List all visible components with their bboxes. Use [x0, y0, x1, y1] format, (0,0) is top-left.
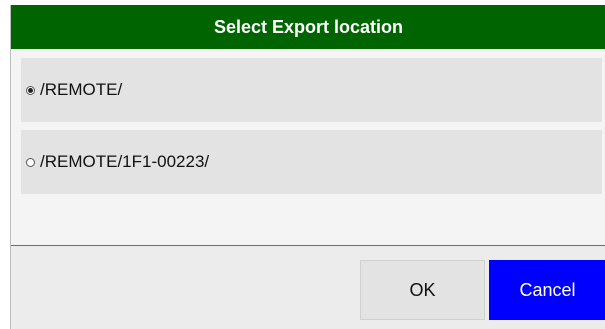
- location-option-label: /REMOTE/1F1-00223/: [40, 152, 210, 171]
- radio-unselected-icon[interactable]: [26, 157, 35, 167]
- location-option-remote[interactable]: /REMOTE/: [21, 58, 602, 122]
- location-options: /REMOTE/ /REMOTE/1F1-00223/: [21, 58, 602, 202]
- ok-button[interactable]: OK: [360, 260, 485, 320]
- location-option-remote-1f1-00223[interactable]: /REMOTE/1F1-00223/: [21, 130, 602, 194]
- dialog-title: Select Export location: [213, 16, 404, 37]
- cancel-button[interactable]: Cancel: [489, 260, 605, 320]
- export-location-dialog: Select Export location /REMOTE/ /REMOTE/…: [10, 5, 605, 329]
- dialog-title-bar: Select Export location: [11, 5, 605, 49]
- radio-selected-icon[interactable]: [26, 85, 35, 95]
- location-option-label: /REMOTE/: [40, 80, 123, 99]
- dialog-footer: OK Cancel: [11, 245, 605, 329]
